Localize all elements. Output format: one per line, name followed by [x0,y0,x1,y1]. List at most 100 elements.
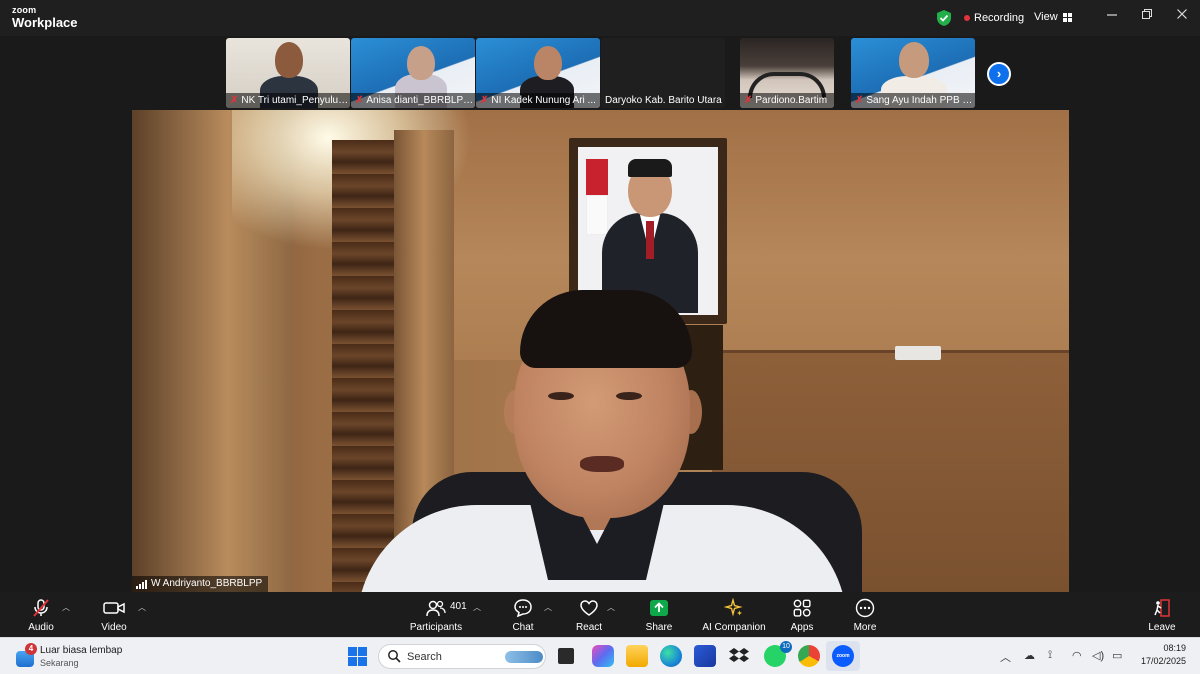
participant-name-text: Pardiono.Bartim [755,95,828,106]
participant-thumbnail[interactable]: ✗ Sang Ayu Indah PPB B... [851,38,975,108]
speaker-name: W Andriyanto_BBRBLPP [151,578,263,589]
participant-strip: ✗ NK Tri utami_Penyuluh... ✗ Anisa dianti_… [0,36,1200,110]
mic-muted-icon: ✗ [230,95,239,106]
minimize-icon [1107,14,1117,16]
share-screen-icon [650,600,668,616]
windows-taskbar: 4 Luar biasa lembap Sekarang Search 10 z… [0,637,1200,674]
zoom-app-icon[interactable]: zoom [832,645,854,667]
participant-face [899,42,929,78]
audio-options-caret-icon[interactable]: ︿ [62,602,70,613]
video-wall-switch [895,346,941,360]
react-options-caret-icon[interactable]: ︿ [607,602,615,613]
participants-count: 401 [450,601,467,612]
apps-button[interactable]: Apps [788,597,816,633]
more-button[interactable]: More [850,597,880,633]
chrome-icon[interactable] [798,645,820,667]
close-icon [1177,9,1187,19]
participant-name: ✗ NI Kadek Nunung Ari ... [476,93,600,108]
speaker-eye-left [548,392,574,400]
search-highlight-icon [505,651,543,663]
participant-name-text: NK Tri utami_Penyuluh... [241,95,350,106]
react-label: React [575,622,603,633]
more-dots-icon [855,598,875,618]
zoom-app-icon-text: zoom [836,653,850,659]
whatsapp-badge: 10 [780,641,792,653]
chevron-right-icon: › [996,66,1002,81]
chat-button[interactable]: Chat [508,597,538,633]
windows-start-icon[interactable] [348,647,367,666]
task-view-icon[interactable] [558,648,574,664]
copilot-icon[interactable] [592,645,614,667]
participant-name-text: NI Kadek Nunung Ari ... [491,95,596,106]
portrait-cap [628,159,672,177]
clock-time: 08:19 [1163,643,1186,653]
participant-face [275,42,303,78]
participants-label: Participants [409,622,463,633]
participant-thumbnail[interactable]: ✗ Anisa dianti_BBRBLPP ... [351,38,475,108]
participants-icon [426,600,446,617]
participants-options-caret-icon[interactable]: ︿ [473,602,481,613]
file-explorer-icon[interactable] [626,645,648,667]
search-icon [388,650,401,663]
tray-overflow-chevron-icon[interactable]: ︿ [1000,649,1011,665]
ai-sparkle-icon [724,598,743,617]
mic-muted-icon: ✗ [355,95,364,106]
participant-name: Daryoko Kab. Barito Utara [601,93,725,108]
clock-date: 17/02/2025 [1140,656,1186,666]
flag-red [586,159,608,195]
chat-label: Chat [512,622,534,633]
dropbox-shape-icon [729,648,749,662]
whatsapp-icon[interactable]: 10 [764,641,792,667]
participant-name-text: Daryoko Kab. Barito Utara [605,95,722,106]
mic-muted-icon [33,599,49,617]
video-button[interactable]: Video [98,597,130,633]
video-carved-pillar [332,140,394,592]
participant-thumbnail[interactable]: ✗ Pardiono.Bartim [740,38,834,108]
leave-door-icon [1154,599,1170,617]
onedrive-cloud-icon[interactable]: ☁ [1024,649,1035,662]
share-button[interactable]: Share [644,597,674,633]
participant-thumbnail[interactable]: ✗ NI Kadek Nunung Ari ... [476,38,600,108]
video-options-caret-icon[interactable]: ︿ [138,602,146,613]
leave-button[interactable]: Leave [1148,597,1176,633]
participant-thumbnail[interactable]: ✗ NK Tri utami_Penyuluh... [226,38,350,108]
participant-name-text: Anisa dianti_BBRBLPP ... [366,95,475,106]
participant-thumbnail[interactable]: Daryoko Kab. Barito Utara [601,38,725,108]
wifi-icon[interactable]: ◠ [1072,649,1082,662]
weather-subtitle: Sekarang [40,658,79,668]
meeting-toolbar: Audio ︿ Video ︿ Participants 401 ︿ Chat … [0,592,1200,637]
speaker-eye-right [616,392,642,400]
active-speaker-video[interactable]: W Andriyanto_BBRBLPP [132,110,1069,592]
minimize-button[interactable] [1104,8,1120,24]
volume-icon[interactable]: ◁) [1092,649,1104,662]
chat-options-caret-icon[interactable]: ︿ [544,602,552,613]
recording-dot-icon [964,15,970,21]
taskbar-search[interactable]: Search [378,644,546,669]
share-label: Share [645,622,673,633]
restore-button[interactable] [1139,8,1155,24]
portrait-tie [646,221,654,259]
recording-indicator[interactable]: Recording [964,12,1024,24]
audio-button[interactable]: Audio [24,597,58,633]
brand-line1: zoom [12,5,37,15]
react-button[interactable]: React [574,597,604,633]
zoom-logo: zoom Workplace [12,5,78,30]
title-bar: zoom Workplace Recording View [0,0,1200,36]
audio-label: Audio [28,622,54,633]
edge-browser-icon[interactable] [660,645,682,667]
network-share-icon[interactable]: ⟟ [1048,649,1052,662]
security-shield-icon[interactable] [936,9,952,27]
recording-label: Recording [974,12,1025,24]
weather-widget[interactable]: 4 Luar biasa lembap Sekarang [14,643,214,671]
dropbox-icon[interactable] [728,645,750,667]
more-label: More [853,622,877,633]
ai-companion-button[interactable]: AI Companion [700,597,768,633]
taskbar-clock[interactable]: 08:19 17/02/2025 [1136,642,1186,668]
battery-icon[interactable]: ▭ [1112,649,1122,662]
participant-name: ✗ Anisa dianti_BBRBLPP ... [351,93,475,108]
next-page-button[interactable]: › [987,62,1011,86]
view-button[interactable]: View [1034,11,1072,23]
microsoft-store-icon[interactable] [694,645,716,667]
close-button[interactable] [1174,8,1190,24]
participant-name-text: Sang Ayu Indah PPB B... [866,95,975,106]
